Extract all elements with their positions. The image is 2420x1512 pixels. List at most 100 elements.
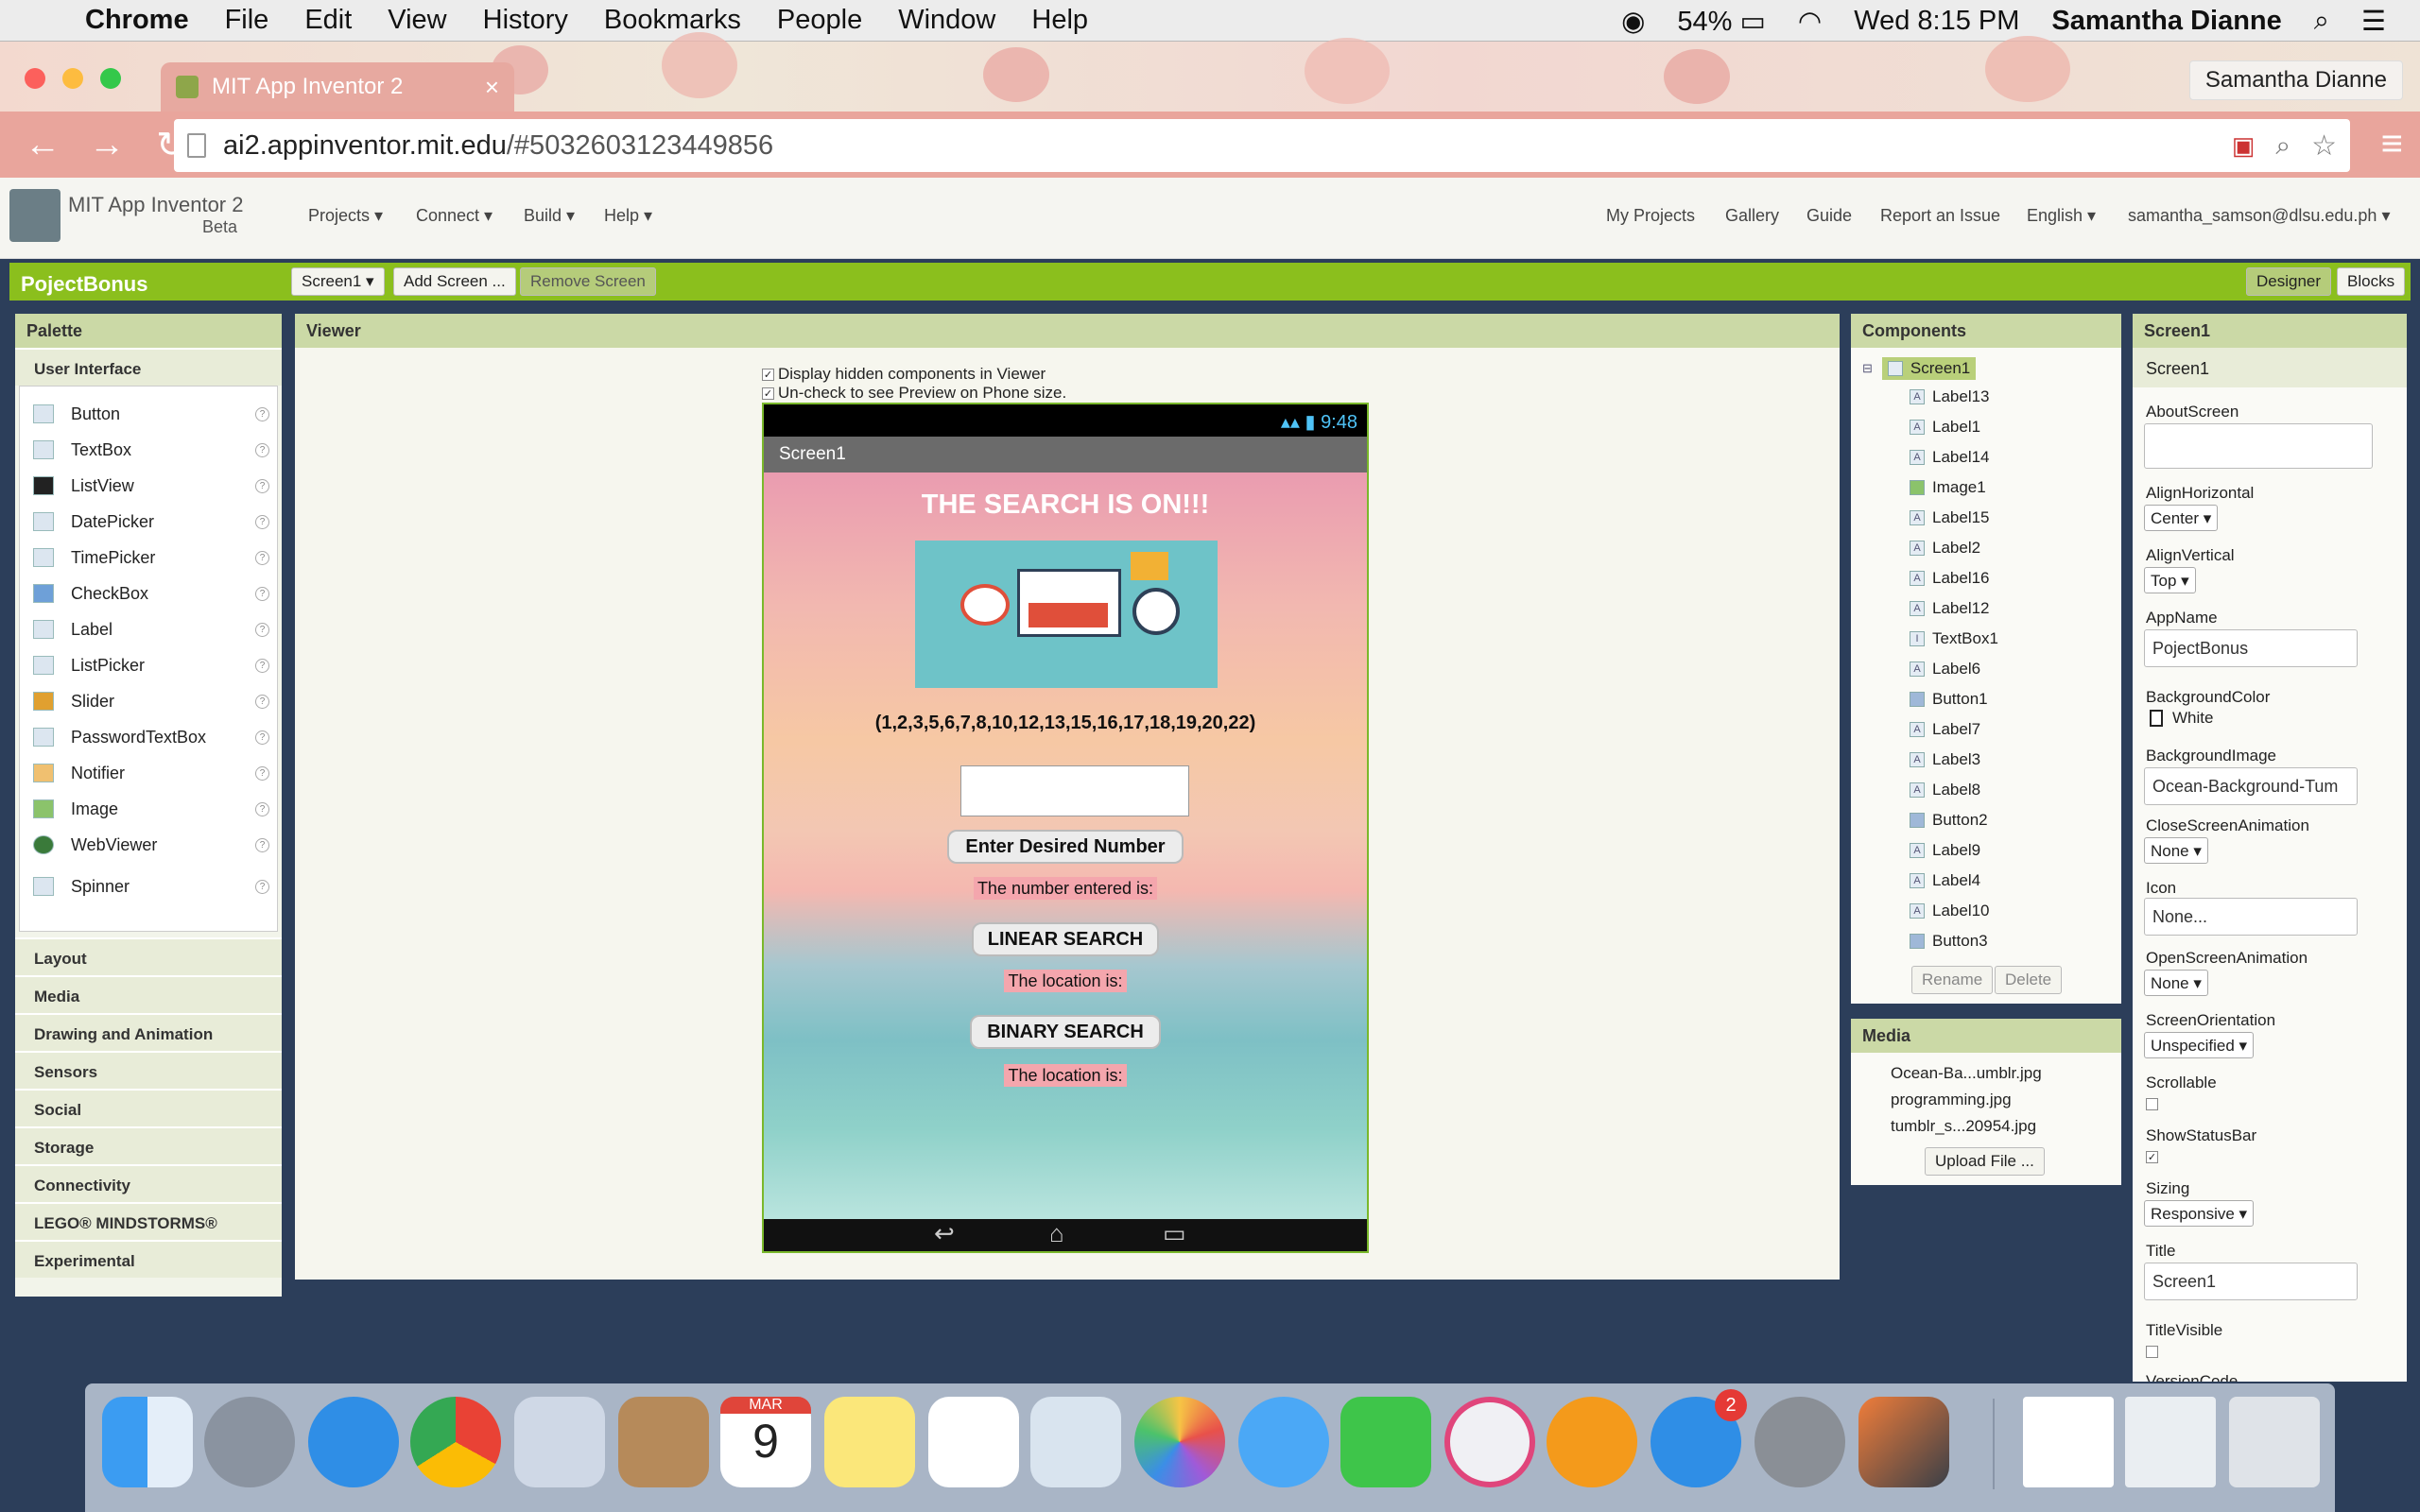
tree-item[interactable]: I TextBox1 <box>1910 624 2121 654</box>
notification-center-icon[interactable]: ☰ <box>2361 5 2386 38</box>
notes-icon[interactable] <box>824 1397 915 1487</box>
tree-root[interactable]: ⊟ Screen1 <box>1862 355 2121 382</box>
scrollable-checkbox[interactable] <box>2146 1098 2158 1110</box>
contacts-icon[interactable] <box>618 1397 709 1487</box>
menu-history[interactable]: History <box>483 5 568 36</box>
help-icon[interactable]: ? <box>255 730 269 745</box>
app-icon[interactable] <box>1858 1397 1949 1487</box>
ibooks-icon[interactable] <box>1547 1397 1637 1487</box>
tree-item[interactable]: Button1 <box>1910 684 2121 714</box>
menu-bookmarks[interactable]: Bookmarks <box>604 5 741 36</box>
menu-file[interactable]: File <box>225 5 269 36</box>
tree-item[interactable]: A Label15 <box>1910 503 2121 533</box>
category-user-interface[interactable]: User Interface <box>15 348 282 386</box>
help-icon[interactable]: ? <box>255 694 269 709</box>
category-storage[interactable]: Storage <box>15 1126 282 1164</box>
calendar-icon[interactable]: MAR 9 <box>720 1397 811 1487</box>
screen-select[interactable]: Screen1 ▾ <box>291 267 385 296</box>
rename-button[interactable]: Rename <box>1911 966 1994 994</box>
palette-image[interactable]: Image? <box>20 791 277 827</box>
about-screen-textarea[interactable] <box>2144 423 2373 469</box>
tree-item[interactable]: A Label9 <box>1910 835 2121 866</box>
menu-edit[interactable]: Edit <box>304 5 352 36</box>
palette-label[interactable]: Label? <box>20 611 277 647</box>
screen-orientation-dropdown[interactable]: Unspecified ▾ <box>2144 1032 2255 1058</box>
window-close-button[interactable] <box>25 68 45 89</box>
category-lego-mindstorms[interactable]: LEGO® MINDSTORMS® <box>15 1202 282 1240</box>
app-store-icon[interactable]: 2 <box>1651 1389 1747 1487</box>
tree-item[interactable]: A Label7 <box>1910 714 2121 745</box>
tree-item[interactable]: A Label1 <box>1910 412 2121 442</box>
link-report-issue[interactable]: Report an Issue <box>1880 206 2000 226</box>
account-menu[interactable]: samantha_samson@dlsu.edu.ph ▾ <box>2128 206 2390 226</box>
align-horizontal-dropdown[interactable]: Center ▾ <box>2144 505 2219 531</box>
system-preferences-icon[interactable] <box>1754 1397 1845 1487</box>
tree-item[interactable]: A Label3 <box>1910 745 2121 775</box>
designer-button[interactable]: Designer <box>2246 267 2332 296</box>
messages-icon[interactable] <box>1238 1397 1329 1487</box>
tree-item[interactable]: A Label2 <box>1910 533 2121 563</box>
document-thumbnail-icon[interactable] <box>2023 1397 2114 1487</box>
checkbox-checked[interactable]: ✓ <box>762 387 774 400</box>
maps-icon[interactable] <box>1030 1397 1121 1487</box>
help-icon[interactable]: ? <box>255 478 269 493</box>
menu-help[interactable]: Help ▾ <box>604 206 652 226</box>
reminders-icon[interactable] <box>928 1397 1019 1487</box>
privacy-icon[interactable]: ◉ <box>1621 5 1645 38</box>
category-experimental[interactable]: Experimental <box>15 1240 282 1278</box>
zoom-icon[interactable]: ⌕ <box>2275 130 2290 162</box>
tree-item[interactable]: A Label10 <box>1910 896 2121 926</box>
window-zoom-button[interactable] <box>100 68 121 89</box>
screen1-node[interactable]: Screen1 <box>1881 357 1977 380</box>
tree-item[interactable]: A Label12 <box>1910 593 2121 624</box>
palette-notifier[interactable]: Notifier? <box>20 755 277 791</box>
palette-textbox[interactable]: TextBox? <box>20 432 277 468</box>
media-file[interactable]: Ocean-Ba...umblr.jpg <box>1891 1060 2121 1087</box>
itunes-icon[interactable] <box>1444 1397 1535 1487</box>
category-drawing-animation[interactable]: Drawing and Animation <box>15 1013 282 1051</box>
menu-people[interactable]: People <box>777 5 862 36</box>
wifi-icon[interactable]: ◠ <box>1798 5 1822 38</box>
help-icon[interactable]: ? <box>255 801 269 816</box>
category-layout[interactable]: Layout <box>15 937 282 975</box>
popup-blocked-icon[interactable]: ▣ <box>2232 131 2256 161</box>
checkbox-checked[interactable]: ✓ <box>762 368 774 381</box>
chrome-menu-icon[interactable]: ≡ <box>2381 123 2403 165</box>
tree-item[interactable]: A Label14 <box>1910 442 2121 472</box>
help-icon[interactable]: ? <box>255 586 269 601</box>
link-gallery[interactable]: Gallery <box>1725 206 1779 226</box>
chrome-icon[interactable] <box>410 1397 501 1487</box>
close-animation-dropdown[interactable]: None ▾ <box>2144 837 2208 864</box>
minimized-window-icon[interactable] <box>2125 1397 2216 1487</box>
help-icon[interactable]: ? <box>255 514 269 529</box>
app-name-input[interactable]: PojectBonus <box>2144 629 2358 667</box>
help-icon[interactable]: ? <box>255 765 269 781</box>
palette-listview[interactable]: ListView? <box>20 468 277 504</box>
tree-item[interactable]: A Label6 <box>1910 654 2121 684</box>
hidden-components-option[interactable]: ✓ Display hidden components in Viewer <box>762 365 1046 384</box>
facetime-icon[interactable] <box>1340 1397 1431 1487</box>
tree-item[interactable]: Button3 <box>1910 926 2121 956</box>
address-bar[interactable]: ai2.appinventor.mit.edu/#503260312344985… <box>174 119 2350 172</box>
delete-button[interactable]: Delete <box>1995 966 2063 994</box>
browser-tab[interactable]: MIT App Inventor 2 × <box>161 62 514 112</box>
language-menu[interactable]: English ▾ <box>2027 206 2096 226</box>
tree-item[interactable]: A Label16 <box>1910 563 2121 593</box>
menu-build[interactable]: Build ▾ <box>524 206 575 226</box>
palette-listpicker[interactable]: ListPicker? <box>20 647 277 683</box>
media-file[interactable]: programming.jpg <box>1891 1087 2121 1113</box>
launchpad-icon[interactable] <box>204 1397 295 1487</box>
help-icon[interactable]: ? <box>255 550 269 565</box>
back-icon[interactable]: ← <box>21 125 64 165</box>
open-animation-dropdown[interactable]: None ▾ <box>2144 970 2208 996</box>
category-sensors[interactable]: Sensors <box>15 1051 282 1089</box>
help-icon[interactable]: ? <box>255 442 269 457</box>
menu-view[interactable]: View <box>388 5 446 36</box>
help-icon[interactable]: ? <box>255 879 269 894</box>
bookmark-star-icon[interactable]: ☆ <box>2311 129 2337 163</box>
profile-button[interactable]: Samantha Dianne <box>2188 60 2403 100</box>
palette-spinner[interactable]: Spinner? <box>20 868 277 904</box>
icon-input[interactable]: None... <box>2144 898 2358 936</box>
tree-item[interactable]: Button2 <box>1910 805 2121 835</box>
battery-status[interactable]: 54% ▭ <box>1677 5 1766 38</box>
